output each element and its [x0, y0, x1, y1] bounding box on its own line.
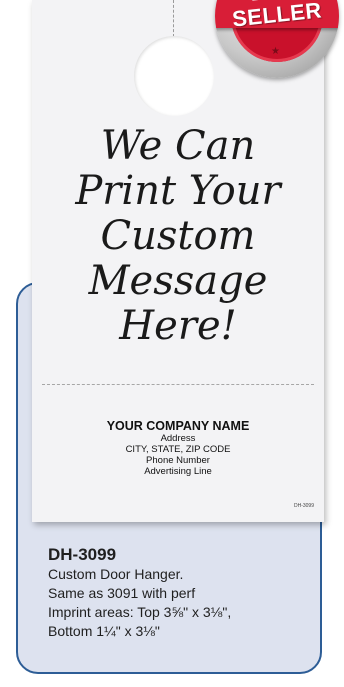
- imprint-line: Address: [160, 433, 196, 444]
- door-hanger-image: We Can Print Your Custom Message Here! Y…: [32, 0, 324, 522]
- imprint-line: CITY, STATE, ZIP CODE: [125, 444, 231, 455]
- hanger-hole: [134, 36, 214, 116]
- hanger-code: DH-3099: [293, 503, 314, 509]
- imprint-area: YOUR COMPANY NAME Address CITY, STATE, Z…: [32, 419, 324, 477]
- message-line: Message: [88, 258, 268, 304]
- product-details: DH-3099 Custom Door Hanger. Same as 3091…: [48, 544, 318, 641]
- company-name: YOUR COMPANY NAME: [106, 419, 250, 433]
- description-line: Custom Door Hanger.: [48, 566, 184, 582]
- star-icon: ★: [271, 46, 280, 57]
- message-line: Print Your: [75, 168, 281, 214]
- imprint-line: Phone Number: [146, 455, 210, 466]
- product-sku: DH-3099: [48, 545, 117, 564]
- message-line: Here!: [119, 303, 237, 349]
- message-line: Custom: [100, 213, 256, 259]
- message-line: We Can: [100, 123, 256, 169]
- custom-message: We Can Print Your Custom Message Here!: [32, 124, 324, 349]
- description-line: Bottom 1¼" x 3⅛": [48, 623, 160, 639]
- hanger-slit-perforation: [173, 0, 174, 37]
- imprint-line: Advertising Line: [144, 466, 212, 477]
- description-line: Imprint areas: Top 3⅝" x 3⅛",: [48, 604, 232, 620]
- perforation-line: [42, 384, 314, 385]
- description-line: Same as 3091 with perf: [48, 585, 196, 601]
